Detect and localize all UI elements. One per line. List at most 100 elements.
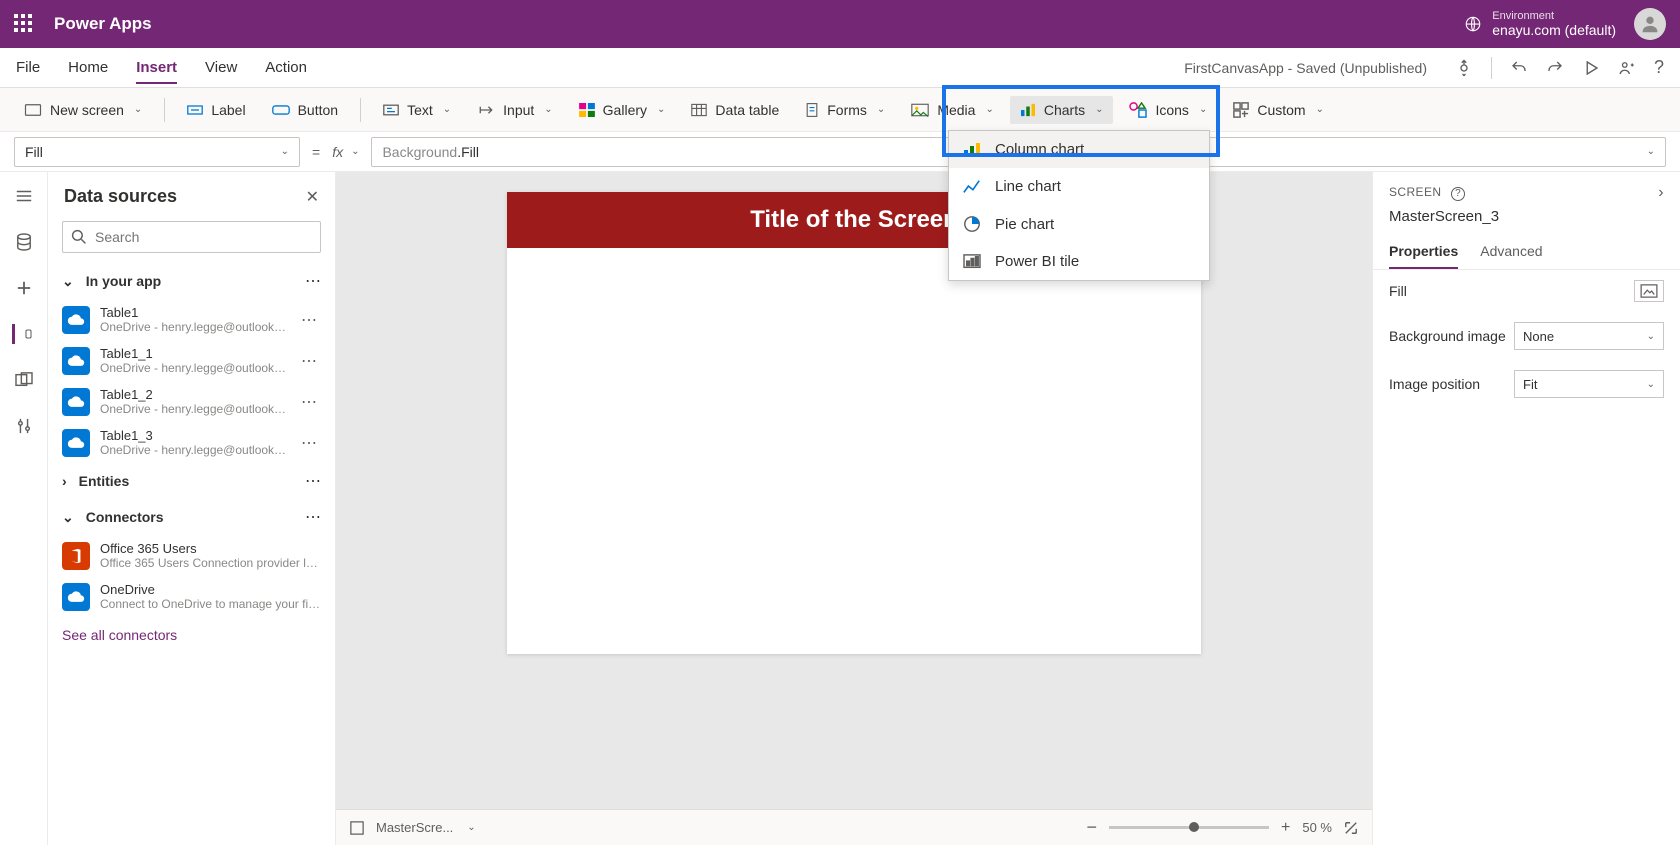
app-checker-icon[interactable]: [1455, 59, 1473, 77]
environment-label: Environment: [1492, 11, 1616, 22]
chevron-right-icon[interactable]: ›: [1658, 184, 1664, 202]
label-icon: [187, 103, 203, 117]
fit-to-window-icon[interactable]: [1344, 821, 1358, 835]
charts-dropdown: Column chart Line chart Pie chart Power …: [948, 130, 1210, 281]
table-row[interactable]: Table1_3OneDrive - henry.legge@outlook.c…: [48, 422, 335, 463]
fx-button[interactable]: fx ⌄: [332, 144, 359, 160]
app-title: Power Apps: [54, 14, 152, 34]
chart-icon: [1020, 103, 1036, 117]
dropdown-powerbi-tile[interactable]: Power BI tile: [949, 243, 1209, 280]
play-icon[interactable]: [1582, 59, 1600, 77]
undo-icon[interactable]: [1510, 59, 1528, 77]
icons-button[interactable]: Icons⌄: [1119, 96, 1217, 124]
menu-action[interactable]: Action: [265, 59, 307, 76]
custom-icon: [1233, 102, 1249, 118]
panel-heading: SCREEN: [1389, 185, 1441, 199]
more-icon[interactable]: ⋯: [297, 351, 321, 371]
more-icon[interactable]: ⋯: [305, 271, 321, 291]
prop-bgimage-label: Background image: [1389, 328, 1506, 344]
menu-view[interactable]: View: [205, 59, 237, 76]
input-button[interactable]: Input⌄: [467, 96, 563, 124]
property-selector[interactable]: Fill ⌄: [14, 137, 300, 167]
insert-rail-icon[interactable]: [14, 278, 34, 298]
user-avatar[interactable]: [1634, 8, 1666, 40]
formula-bar: Fill ⌄ = fx ⌄ Background.Fill ⌄: [0, 132, 1680, 172]
help-icon[interactable]: ?: [1451, 187, 1465, 201]
canvas-area: Title of the Screen MasterScre... ⌄ − + …: [336, 172, 1372, 845]
see-all-connectors-link[interactable]: See all connectors: [48, 617, 335, 653]
more-icon[interactable]: ⋯: [305, 507, 321, 527]
datasources-rail-icon[interactable]: [12, 324, 32, 344]
chevron-right-icon: ›: [62, 473, 67, 489]
forms-button[interactable]: Forms⌄: [795, 96, 895, 124]
menu-insert[interactable]: Insert: [136, 59, 177, 84]
group-connectors[interactable]: ⌄Connectors ⋯: [48, 499, 335, 535]
label-button[interactable]: Label: [177, 96, 255, 124]
bgimage-select[interactable]: None⌄: [1514, 322, 1664, 350]
chevron-down-icon: ⌄: [62, 509, 74, 526]
tab-properties[interactable]: Properties: [1389, 235, 1458, 269]
color-icon: [1640, 284, 1658, 298]
dropdown-line-chart[interactable]: Line chart: [949, 168, 1209, 205]
media-button[interactable]: Media⌄: [901, 96, 1004, 124]
environment-picker[interactable]: Environment enayu.com (default): [1464, 11, 1616, 38]
connector-row[interactable]: Office 365 UsersOffice 365 Users Connect…: [48, 535, 335, 576]
powerbi-icon: [963, 254, 981, 270]
text-icon: [383, 103, 399, 117]
dropdown-column-chart[interactable]: Column chart: [949, 131, 1209, 168]
data-sources-panel: Data sources ✕ ⌄In your app ⋯ Table1OneD…: [48, 172, 336, 845]
share-icon[interactable]: [1618, 59, 1636, 77]
new-screen-button[interactable]: New screen⌄: [14, 96, 152, 124]
table-row[interactable]: Table1_1OneDrive - henry.legge@outlook.c…: [48, 340, 335, 381]
group-in-your-app[interactable]: ⌄In your app ⋯: [48, 263, 335, 299]
chevron-down-icon: ⌄: [1647, 379, 1655, 390]
zoom-out-icon[interactable]: −: [1087, 817, 1098, 838]
more-icon[interactable]: ⋯: [297, 310, 321, 330]
text-button[interactable]: Text⌄: [373, 96, 461, 124]
zoom-slider[interactable]: [1109, 826, 1269, 829]
tab-advanced[interactable]: Advanced: [1480, 235, 1542, 269]
column-chart-icon: [963, 142, 981, 158]
fill-color-picker[interactable]: [1634, 280, 1664, 302]
media-rail-icon[interactable]: [14, 370, 34, 390]
table-row[interactable]: Table1OneDrive - henry.legge@outlook.com…: [48, 299, 335, 340]
connector-row[interactable]: OneDriveConnect to OneDrive to manage yo…: [48, 576, 335, 617]
table-row[interactable]: Table1_2OneDrive - henry.legge@outlook.c…: [48, 381, 335, 422]
app-launcher-icon[interactable]: [14, 14, 34, 34]
pie-chart-icon: [963, 215, 981, 233]
zoom-in-icon[interactable]: +: [1281, 819, 1290, 837]
search-icon: [71, 229, 87, 245]
charts-button[interactable]: Charts⌄: [1010, 96, 1114, 124]
help-icon[interactable]: ?: [1654, 57, 1664, 78]
footer-screen-name[interactable]: MasterScre...: [376, 820, 453, 835]
advanced-tools-icon[interactable]: [14, 416, 34, 436]
person-icon: [1639, 13, 1661, 35]
menu-file[interactable]: File: [16, 59, 40, 76]
icons-icon: [1129, 102, 1147, 118]
more-icon[interactable]: ⋯: [297, 433, 321, 453]
button-button[interactable]: Button: [262, 96, 348, 124]
media-icon: [911, 103, 929, 117]
dropdown-pie-chart[interactable]: Pie chart: [949, 205, 1209, 243]
properties-panel: SCREEN ? › MasterScreen_3 Properties Adv…: [1372, 172, 1680, 845]
tree-view-icon[interactable]: [14, 186, 34, 206]
office365-icon: [62, 542, 90, 570]
canvas-footer: MasterScre... ⌄ − + 50 %: [336, 809, 1372, 845]
group-entities[interactable]: ›Entities ⋯: [48, 463, 335, 499]
more-icon[interactable]: ⋯: [297, 392, 321, 412]
app-header: Power Apps Environment enayu.com (defaul…: [0, 0, 1680, 48]
data-table-button[interactable]: Data table: [681, 96, 789, 124]
more-icon[interactable]: ⋯: [305, 471, 321, 491]
checkbox-icon[interactable]: [350, 821, 364, 835]
gallery-button[interactable]: Gallery⌄: [569, 96, 676, 124]
close-icon[interactable]: ✕: [306, 187, 319, 207]
menu-home[interactable]: Home: [68, 59, 108, 76]
search-input[interactable]: [62, 221, 321, 253]
chevron-down-icon[interactable]: ⌄: [467, 822, 475, 833]
onedrive-icon: [62, 583, 90, 611]
redo-icon[interactable]: [1546, 59, 1564, 77]
data-icon[interactable]: [14, 232, 34, 252]
imgpos-select[interactable]: Fit⌄: [1514, 370, 1664, 398]
custom-button[interactable]: Custom⌄: [1223, 96, 1334, 124]
zoom-value: 50 %: [1302, 820, 1332, 835]
